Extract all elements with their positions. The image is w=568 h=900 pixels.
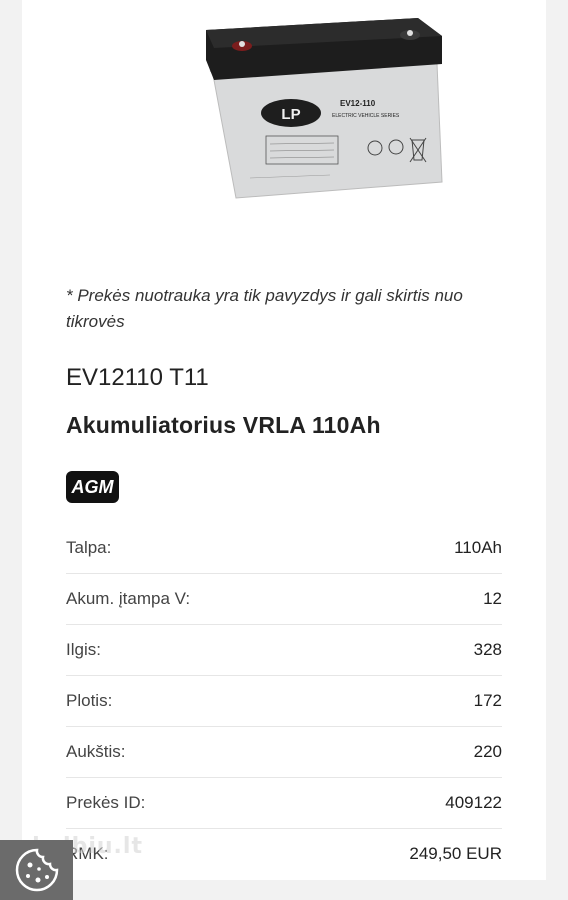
spec-value: 12 <box>483 589 502 608</box>
spec-row-width: Plotis: 172 <box>66 676 502 727</box>
spec-label: Ilgis: <box>66 640 101 659</box>
product-image: LP EV12-110 ELECTRIC VEHICLE SERIES <box>206 18 443 199</box>
spec-value: 249,50 EUR <box>409 844 502 863</box>
cookie-settings-button[interactable] <box>0 840 73 900</box>
spec-value: 328 <box>473 640 502 659</box>
spec-value: 220 <box>473 742 502 761</box>
image-series-text: ELECTRIC VEHICLE SERIES <box>332 113 400 119</box>
agm-badge: AGM <box>66 471 119 503</box>
product-sku: EV12110 T11 <box>66 364 209 391</box>
image-disclaimer: * Prekės nuotrauka yra tik pavyzdys ir g… <box>66 286 463 331</box>
spec-label: Plotis: <box>66 691 113 710</box>
spec-label: Aukštis: <box>66 742 126 761</box>
spec-value: 409122 <box>445 793 502 812</box>
spec-value: 172 <box>473 691 502 710</box>
spec-label: Talpa: <box>66 538 112 557</box>
spec-row-length: Ilgis: 328 <box>66 625 502 676</box>
cookie-icon <box>15 848 58 892</box>
spec-label: Prekės ID: <box>66 793 146 812</box>
specs-table: Talpa: 110Ah Akum. įtampa V: 12 Ilgis: 3… <box>66 523 502 879</box>
spec-value: 110Ah <box>454 538 502 557</box>
spec-label: Akum. įtampa V: <box>66 589 191 608</box>
image-brand-text: LP <box>281 106 300 123</box>
spec-row-height: Aukštis: 220 <box>66 727 502 778</box>
spec-row-product-id: Prekės ID: 409122 <box>66 778 502 829</box>
spec-row-voltage: Akum. įtampa V: 12 <box>66 574 502 625</box>
spec-row-capacity: Talpa: 110Ah <box>66 523 502 574</box>
product-title: Akumuliatorius VRLA 110Ah <box>66 412 381 438</box>
image-model-text: EV12-110 <box>340 99 376 108</box>
